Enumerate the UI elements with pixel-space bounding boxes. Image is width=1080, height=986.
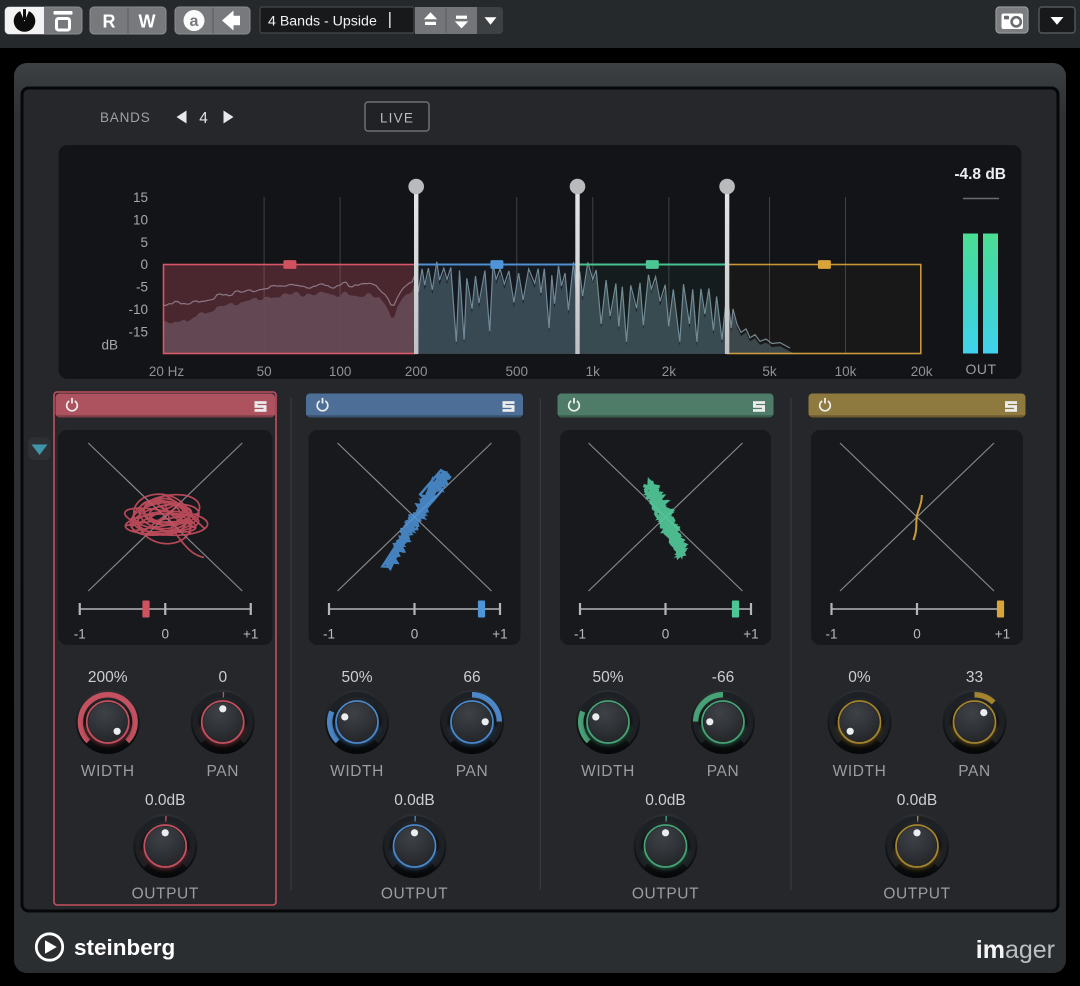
svg-text:OUTPUT: OUTPUT — [381, 886, 448, 903]
svg-text:a: a — [190, 13, 199, 30]
svg-text:200: 200 — [405, 364, 428, 379]
svg-text:100: 100 — [329, 364, 352, 379]
svg-text:1k: 1k — [586, 364, 601, 379]
svg-text:0: 0 — [913, 627, 921, 642]
svg-text:+1: +1 — [243, 627, 258, 642]
svg-text:50: 50 — [257, 364, 272, 379]
svg-text:-10: -10 — [128, 302, 148, 317]
svg-text:-1: -1 — [574, 627, 586, 642]
svg-text:+1: +1 — [995, 627, 1010, 642]
svg-text:-1: -1 — [74, 627, 86, 642]
svg-text:10: 10 — [133, 213, 148, 228]
svg-text:20 Hz: 20 Hz — [149, 364, 185, 379]
svg-text:-5: -5 — [136, 280, 148, 295]
svg-text:LIVE: LIVE — [380, 111, 414, 126]
svg-text:OUTPUT: OUTPUT — [632, 886, 699, 903]
svg-text:50%: 50% — [341, 669, 372, 686]
svg-text:PAN: PAN — [206, 763, 239, 780]
svg-text:10k: 10k — [835, 364, 857, 379]
svg-text:BANDS: BANDS — [100, 110, 151, 125]
svg-text:0: 0 — [161, 627, 169, 642]
svg-text:R: R — [103, 12, 116, 32]
svg-text:0.0dB: 0.0dB — [145, 792, 186, 809]
svg-text:-15: -15 — [128, 325, 148, 340]
svg-text:+1: +1 — [743, 627, 758, 642]
svg-text:0: 0 — [411, 627, 419, 642]
svg-text:dB: dB — [101, 338, 118, 353]
svg-text:0.0dB: 0.0dB — [394, 792, 435, 809]
svg-text:0: 0 — [218, 669, 227, 686]
svg-text:-1: -1 — [825, 627, 837, 642]
svg-text:0.0dB: 0.0dB — [897, 792, 938, 809]
svg-text:WIDTH: WIDTH — [581, 763, 635, 780]
svg-text:PAN: PAN — [958, 763, 991, 780]
svg-text:W: W — [139, 12, 156, 32]
svg-text:PAN: PAN — [456, 763, 489, 780]
svg-text:imager: imager — [976, 936, 1055, 964]
svg-text:4: 4 — [199, 110, 208, 127]
svg-text:0: 0 — [662, 627, 670, 642]
svg-text:WIDTH: WIDTH — [330, 763, 384, 780]
svg-text:50%: 50% — [592, 669, 623, 686]
svg-text:-1: -1 — [323, 627, 335, 642]
svg-text:steinberg: steinberg — [74, 935, 175, 960]
svg-text:PAN: PAN — [707, 763, 740, 780]
svg-text:4 Bands - Upside: 4 Bands - Upside — [268, 14, 377, 30]
svg-text:+1: +1 — [492, 627, 507, 642]
svg-text:0.0dB: 0.0dB — [645, 792, 686, 809]
svg-text:0: 0 — [140, 257, 148, 272]
svg-text:-66: -66 — [712, 669, 734, 686]
svg-text:OUT: OUT — [965, 361, 996, 377]
svg-text:OUTPUT: OUTPUT — [883, 886, 950, 903]
svg-text:WIDTH: WIDTH — [833, 763, 887, 780]
svg-text:15: 15 — [133, 190, 148, 205]
svg-text:2k: 2k — [662, 364, 677, 379]
svg-text:5k: 5k — [762, 364, 777, 379]
svg-text:5: 5 — [140, 235, 148, 250]
svg-text:WIDTH: WIDTH — [81, 763, 135, 780]
svg-text:33: 33 — [966, 669, 983, 686]
svg-text:-4.8 dB: -4.8 dB — [954, 166, 1006, 183]
svg-text:0%: 0% — [848, 669, 871, 686]
svg-text:200%: 200% — [88, 669, 128, 686]
svg-text:66: 66 — [463, 669, 480, 686]
svg-text:OUTPUT: OUTPUT — [132, 886, 199, 903]
svg-text:500: 500 — [506, 364, 529, 379]
svg-text:20k: 20k — [911, 364, 933, 379]
